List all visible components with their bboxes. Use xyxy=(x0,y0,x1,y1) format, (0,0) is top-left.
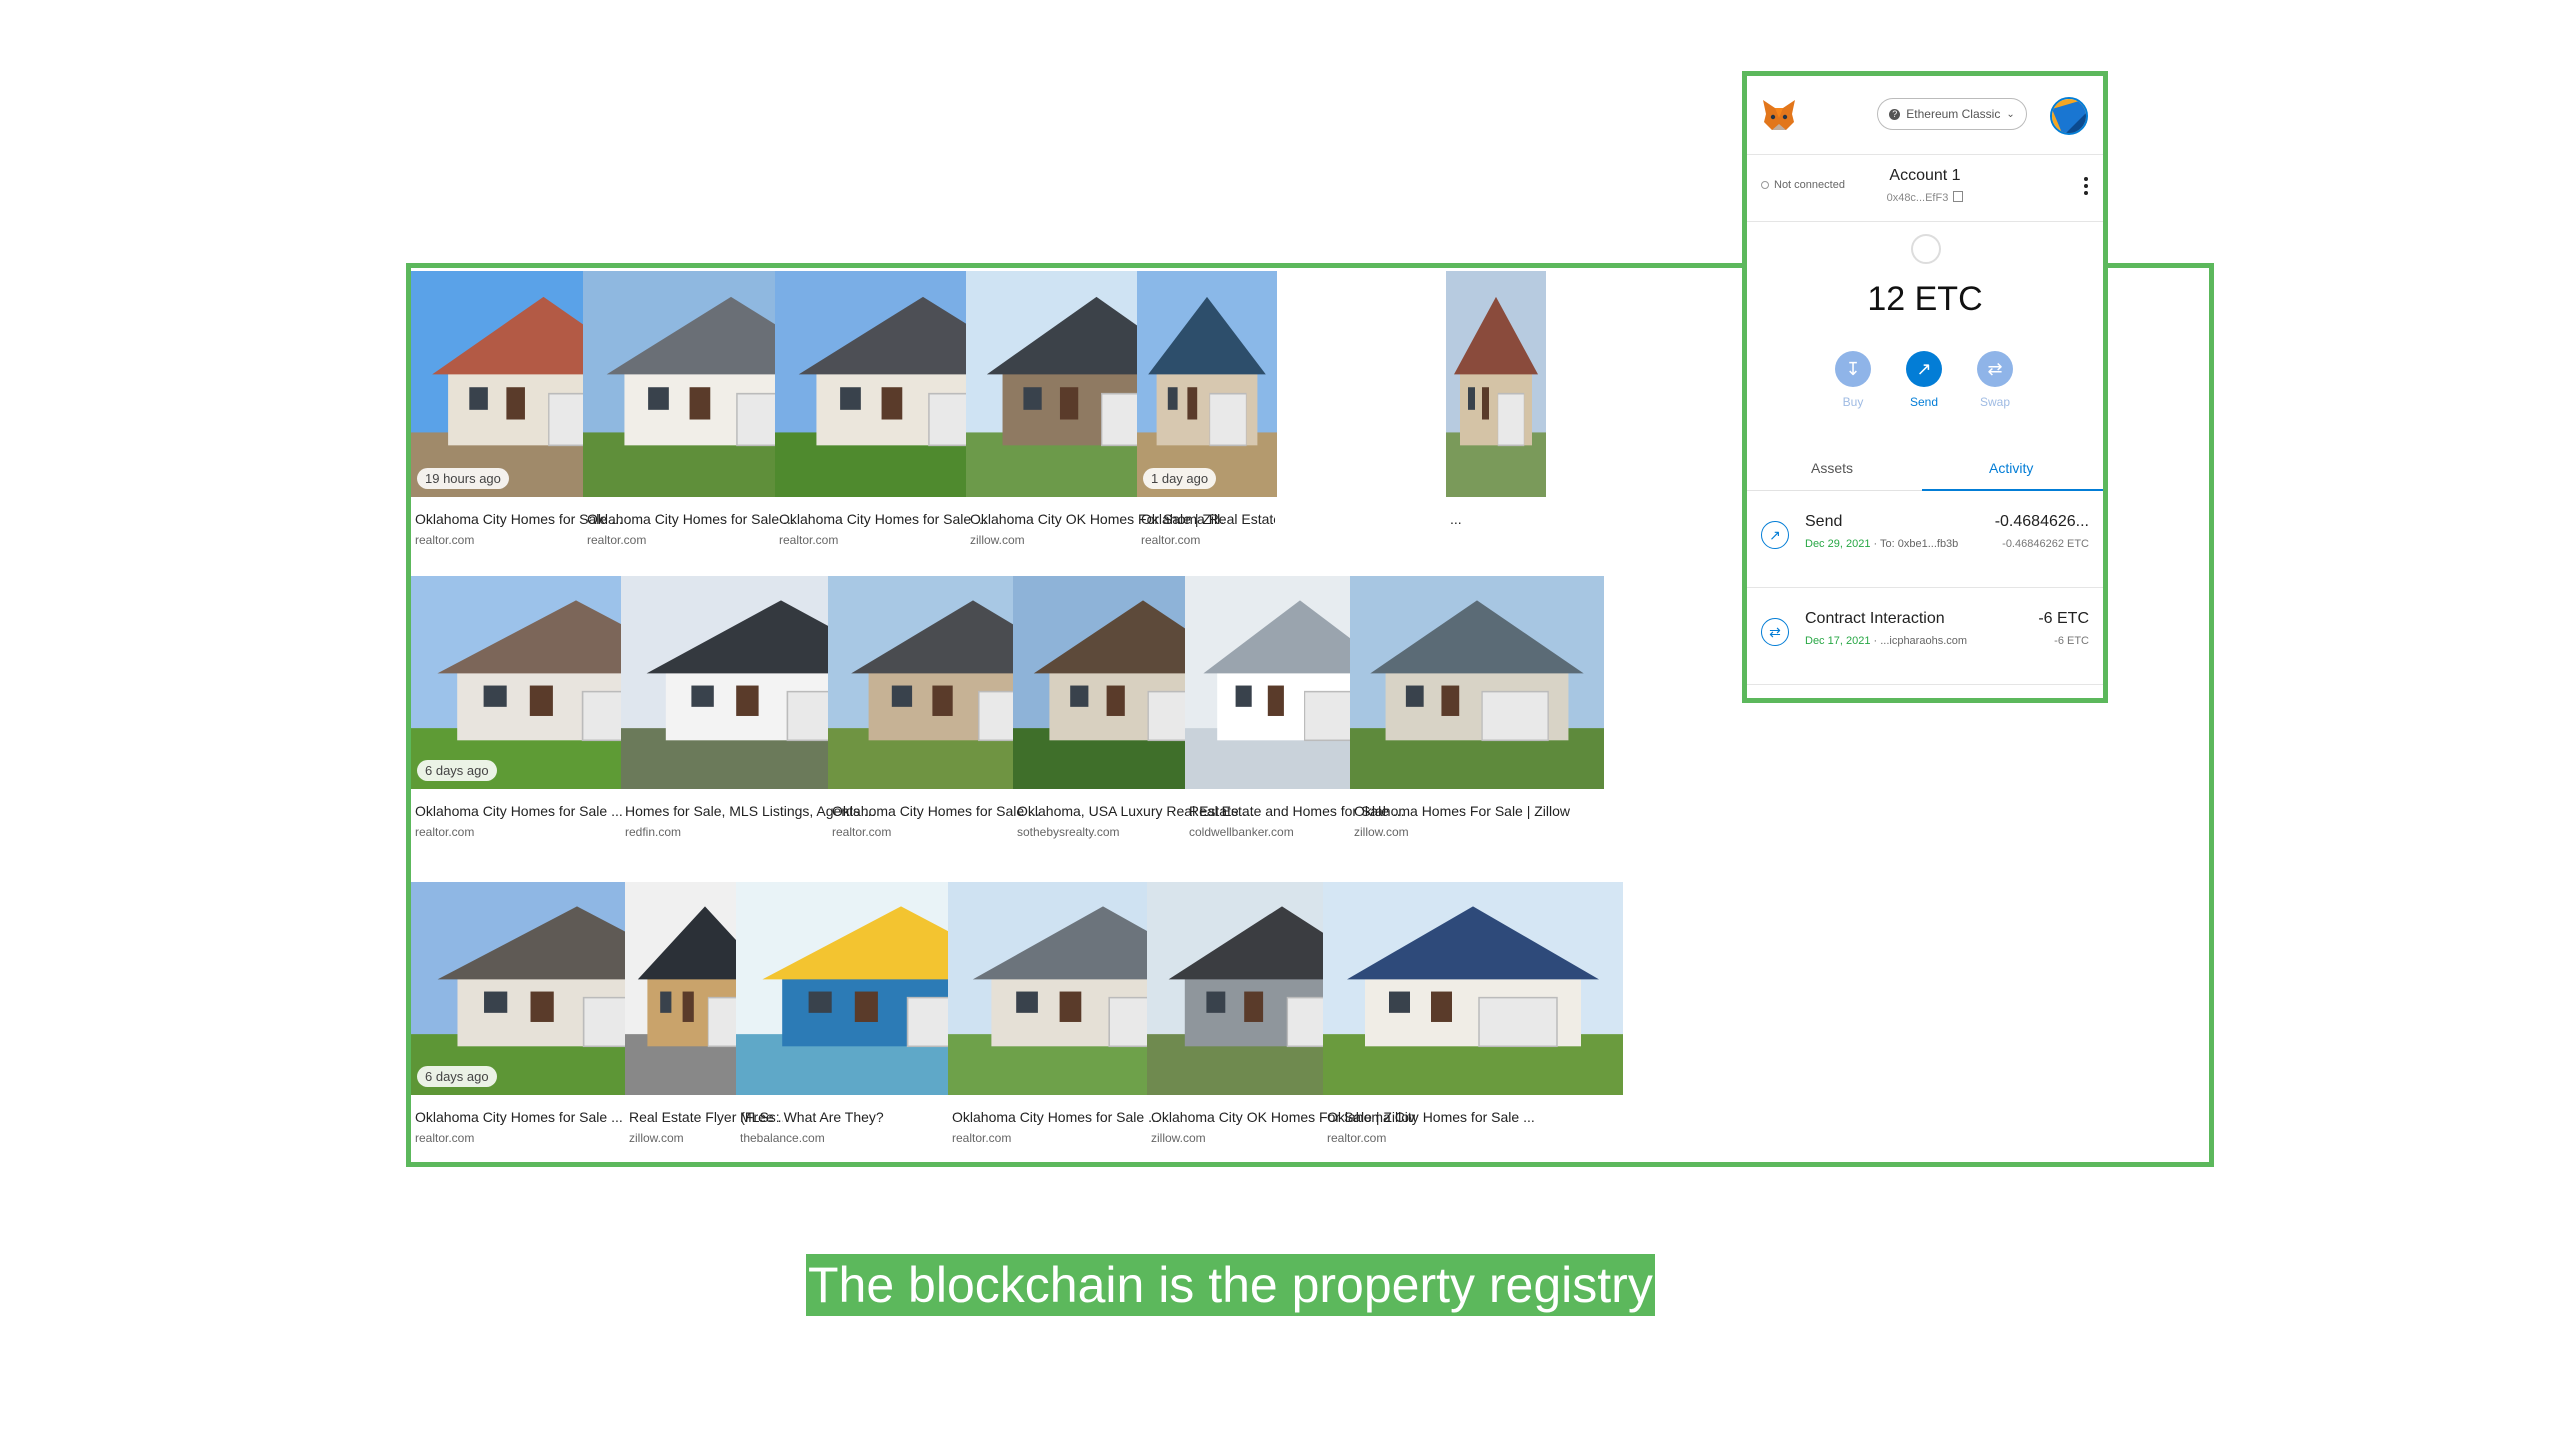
swap-icon: ⇄ xyxy=(1977,351,2013,387)
transaction-title: Contract Interaction xyxy=(1805,610,1945,627)
time-ago-badge: 1 day ago xyxy=(1143,468,1217,489)
metamask-popup: ? Ethereum Classic ⌄ Not connected Accou… xyxy=(1742,71,2108,703)
house-thumbnail[interactable] xyxy=(1350,576,1604,789)
wallet-tabs: Assets Activity xyxy=(1747,446,2103,491)
time-ago-badge: 6 days ago xyxy=(417,1066,497,1087)
tab-activity[interactable]: Activity xyxy=(1989,460,2033,476)
image-result-card[interactable]: Oklahoma City Homes for Sale ... realtor.… xyxy=(1323,882,1623,1162)
balance: 12 ETC xyxy=(1867,280,1983,318)
transaction-date: Dec 17, 2021 xyxy=(1805,635,1871,647)
arrow-up-right-icon: ↗ xyxy=(1906,351,1942,387)
account-address[interactable]: 0x48c...EfF3 xyxy=(1747,191,2103,204)
result-source: realtor.com xyxy=(1141,533,1201,547)
swap-button[interactable]: ⇄ Swap xyxy=(1965,351,2025,409)
image-result-card[interactable]: ... xyxy=(1446,271,1546,567)
chevron-down-icon: ⌄ xyxy=(2006,108,2015,120)
copy-icon xyxy=(1953,191,1964,202)
transaction-meta: Dec 29, 2021 · To: 0xbe1...fb3b xyxy=(1805,538,1958,550)
time-ago-badge: 19 hours ago xyxy=(417,468,509,489)
metamask-fox-icon[interactable] xyxy=(1761,98,1797,132)
network-name: Ethereum Classic xyxy=(1906,107,2001,121)
transaction-amount: -0.4684626... xyxy=(1994,513,2089,530)
account-avatar[interactable] xyxy=(2050,97,2088,135)
transaction-row[interactable]: ↗ Send Dec 29, 2021 · To: 0xbe1...fb3b -0.4… xyxy=(1747,491,2103,588)
wallet-header: ? Ethereum Classic ⌄ xyxy=(1747,76,2103,154)
action-label: Buy xyxy=(1842,395,1864,409)
transaction-amount-secondary: -0.46846262 ETC xyxy=(2002,538,2089,550)
download-icon: ↧ xyxy=(1835,351,1871,387)
result-title[interactable]: Oklahoma Real Estate ... xyxy=(1141,511,1275,527)
account-menu-button[interactable] xyxy=(2083,175,2089,197)
transaction-detail: · ...icpharaohs.com xyxy=(1870,635,1968,647)
time-ago-badge: 6 days ago xyxy=(417,760,497,781)
tab-assets[interactable]: Assets xyxy=(1811,460,1853,476)
result-source: zillow.com xyxy=(1354,825,1409,839)
result-title[interactable]: Oklahoma City Homes for Sale ... xyxy=(1327,1109,1621,1125)
result-title[interactable]: ... xyxy=(1450,511,1544,527)
transaction-amount: -6 ETC xyxy=(2038,610,2089,627)
image-result-card[interactable]: 1 day ago Oklahoma Real Estate ... realtor… xyxy=(1137,271,1277,567)
buy-button[interactable]: ↧ Buy xyxy=(1823,351,1883,409)
action-label: Send xyxy=(1909,395,1939,409)
swap-icon: ⇄ xyxy=(1761,618,1789,646)
network-info-icon: ? xyxy=(1889,108,1901,120)
account-address-label: 0x48c...EfF3 xyxy=(1886,192,1949,204)
transaction-date: Dec 29, 2021 xyxy=(1805,538,1871,550)
house-thumbnail[interactable] xyxy=(1446,271,1546,497)
slide-caption: The blockchain is the property registry xyxy=(806,1254,1655,1316)
house-thumbnail[interactable] xyxy=(1323,882,1623,1095)
token-icon xyxy=(1911,234,1941,264)
house-thumbnail[interactable]: 1 day ago xyxy=(1137,271,1277,497)
result-source: realtor.com xyxy=(1327,1131,1387,1145)
account-name: Account 1 xyxy=(1889,167,1961,184)
image-result-card[interactable]: Oklahoma Homes For Sale | Zillow zillow.c… xyxy=(1350,576,1604,859)
transaction-row[interactable]: ⇄ Contract Interaction Dec 17, 2021 · ...i… xyxy=(1747,588,2103,685)
transaction-title: Send xyxy=(1805,513,1843,530)
transaction-detail: · To: 0xbe1...fb3b xyxy=(1870,538,1959,550)
account-bar: Not connected Account 1 0x48c...EfF3 xyxy=(1747,154,2103,222)
transaction-amount-secondary: -6 ETC xyxy=(2054,635,2089,647)
send-button[interactable]: ↗ Send xyxy=(1894,351,1954,409)
transaction-meta: Dec 17, 2021 · ...icpharaohs.com xyxy=(1805,635,1967,647)
result-title[interactable]: Oklahoma Homes For Sale | Zillow xyxy=(1354,803,1602,819)
network-selector[interactable]: ? Ethereum Classic ⌄ xyxy=(1877,98,2027,130)
arrow-up-right-icon: ↗ xyxy=(1761,521,1789,549)
action-label: Swap xyxy=(1979,395,2011,409)
